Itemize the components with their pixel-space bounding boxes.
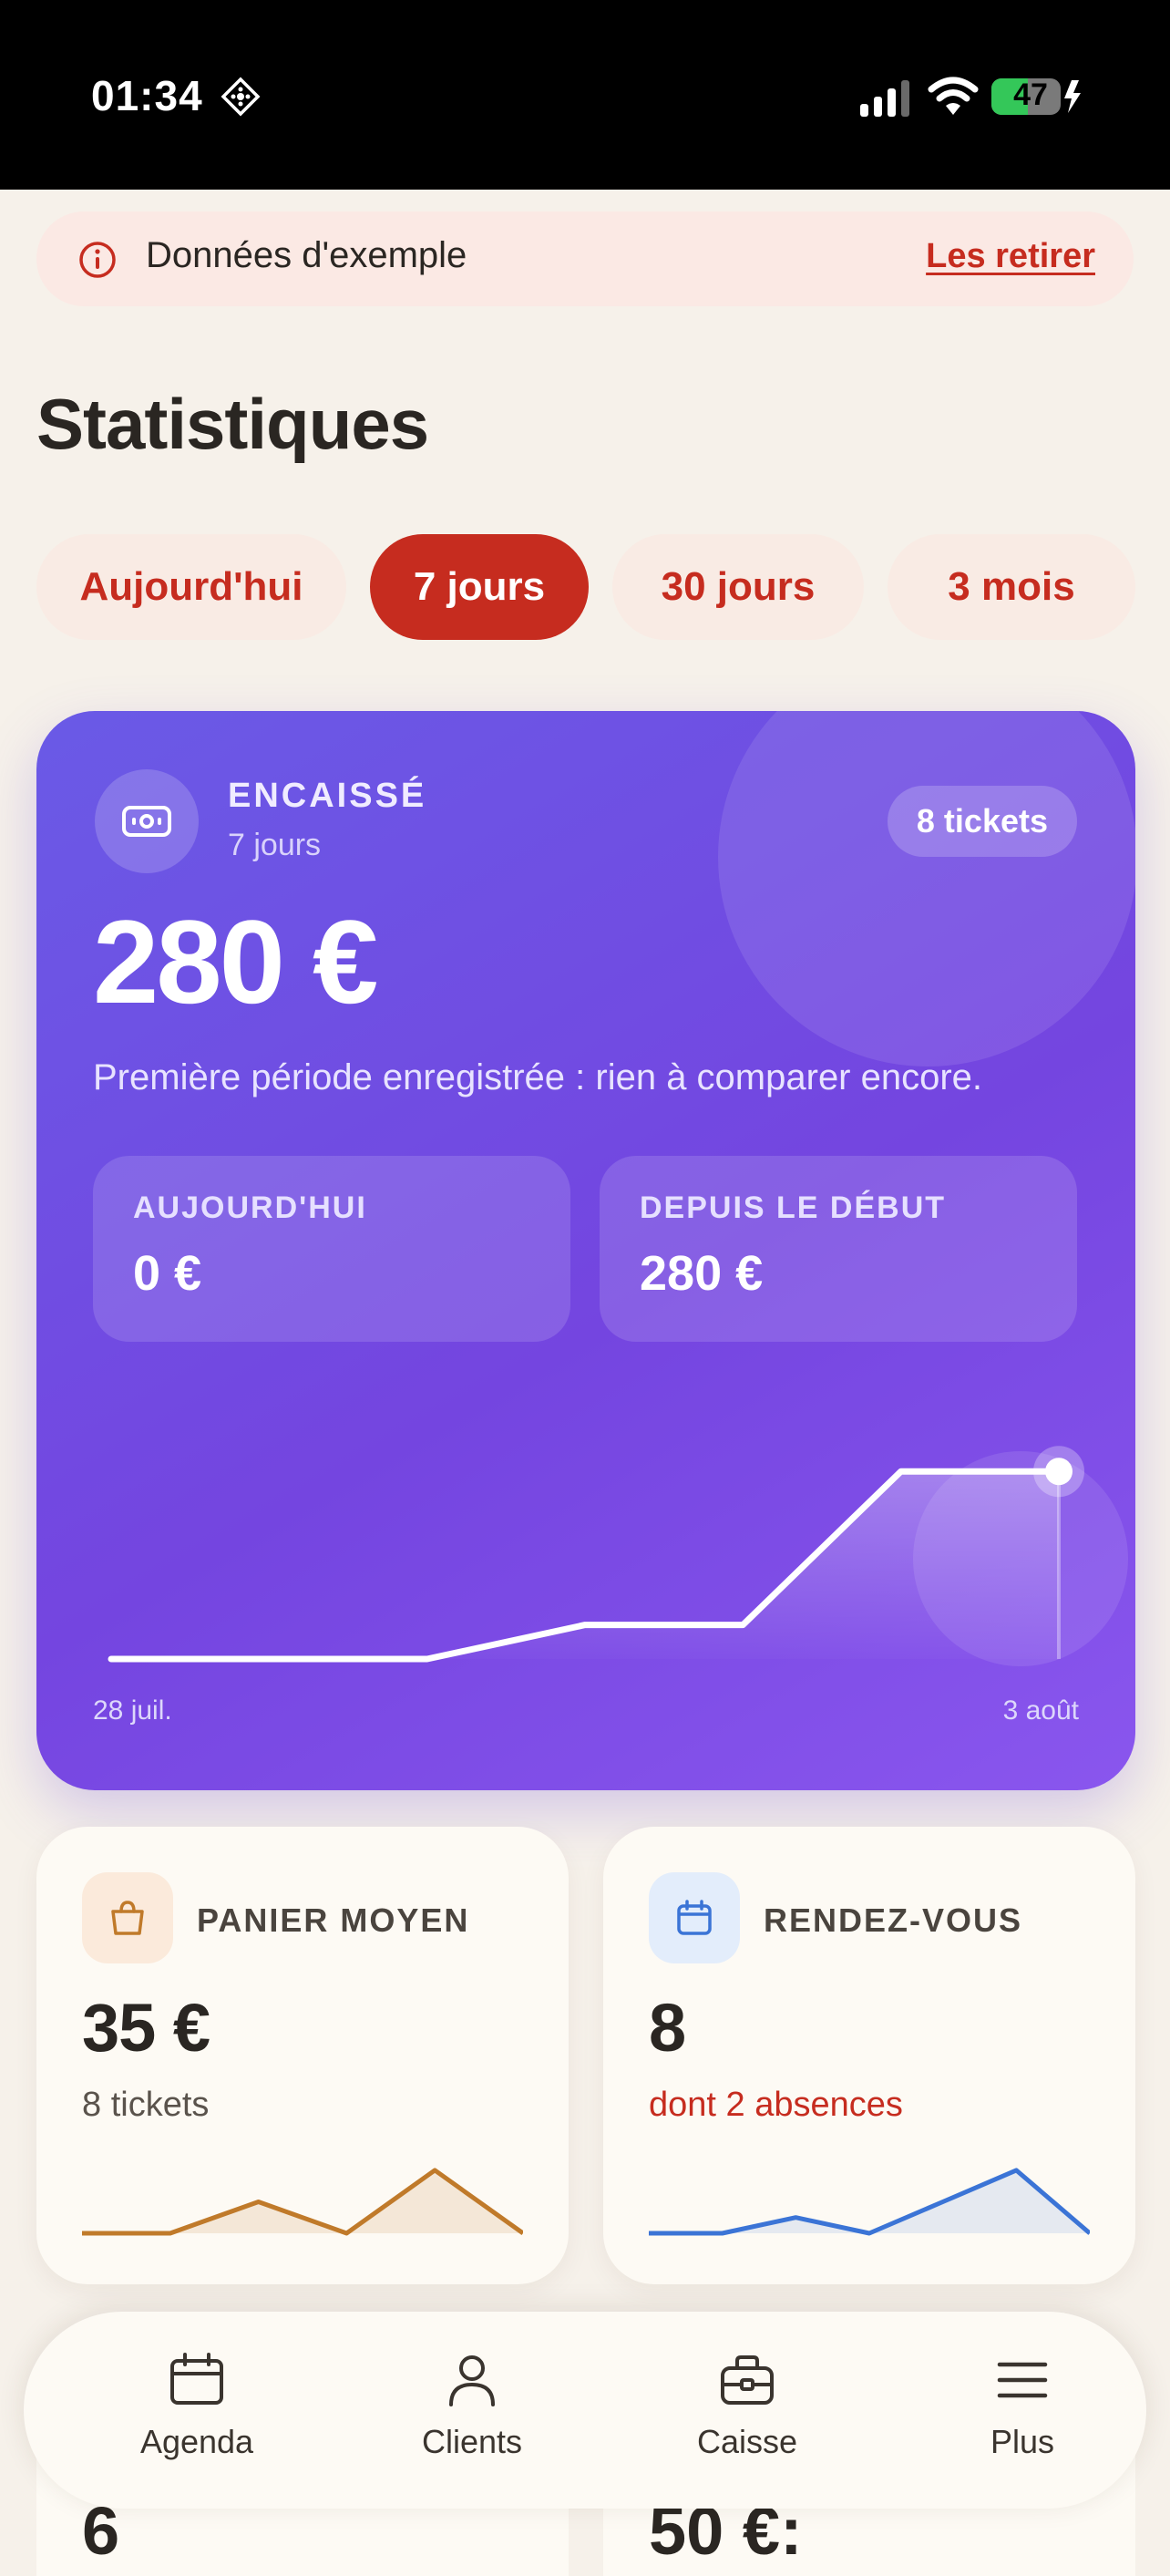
since-start-revenue-tile: DEPUIS LE DÉBUT 280 € — [600, 1156, 1077, 1342]
basket-sparkline — [82, 2168, 523, 2236]
nav-plus-label: Plus — [990, 2423, 1055, 2460]
cell-signal-icon — [860, 80, 909, 117]
decorative-bubble — [718, 711, 1135, 1066]
tab-today[interactable]: Aujourd'hui — [36, 534, 346, 640]
today-revenue-tile: AUJOURD'HUI 0 € — [93, 1156, 570, 1342]
appointments-area — [649, 2169, 1090, 2233]
revenue-icon-badge — [95, 769, 199, 873]
tab-7-days[interactable]: 7 jours — [370, 534, 589, 640]
banknote-icon — [122, 806, 171, 837]
info-icon — [79, 242, 116, 278]
appointments-sparkline — [649, 2168, 1090, 2236]
cash-register-icon — [721, 2355, 774, 2405]
appointments-label: RENDEZ-VOUS — [764, 1901, 1023, 1939]
battery-level: 47 — [1013, 77, 1048, 112]
basket-sub: 8 tickets — [82, 2086, 210, 2124]
nav-clients[interactable]: Clients — [363, 2350, 581, 2487]
basket-area — [82, 2169, 523, 2233]
tickets-badge: 8 tickets — [887, 786, 1077, 857]
revenue-label: ENCAISSÉ — [228, 777, 427, 815]
appointments-card[interactable]: RENDEZ-VOUS 8 dont 2 absences — [603, 1827, 1135, 2284]
appointments-absences: dont 2 absences — [649, 2086, 903, 2124]
axis-start-label: 28 juil. — [93, 1695, 172, 1726]
calendar-icon — [677, 1900, 712, 1935]
basket-value: 35 € — [82, 1990, 210, 2066]
nav-plus[interactable]: Plus — [913, 2350, 1132, 2487]
menu-icon — [997, 2362, 1048, 2398]
since-start-label: DEPUIS LE DÉBUT — [640, 1190, 947, 1225]
nav-caisse[interactable]: Caisse — [638, 2350, 857, 2487]
nav-caisse-label: Caisse — [696, 2423, 798, 2460]
nav-agenda-label: Agenda — [139, 2423, 254, 2460]
revenue-period: 7 jours — [228, 828, 322, 862]
basket-icon-badge — [82, 1872, 173, 1963]
nav-clients-label: Clients — [421, 2423, 523, 2460]
banner-text: Données d'exemple — [146, 235, 467, 275]
revenue-comparison-note: Première période enregistrée : rien à co… — [93, 1057, 983, 1097]
axis-end-label: 3 août — [1002, 1695, 1079, 1726]
status-time: 01:34 — [91, 72, 203, 119]
location-diamond-icon — [221, 77, 261, 117]
tab-3-months[interactable]: 3 mois — [888, 534, 1135, 640]
revenue-area — [111, 1471, 1059, 1659]
appointments-icon-badge — [649, 1872, 740, 1963]
today-label: AUJOURD'HUI — [133, 1190, 367, 1225]
nav-agenda[interactable]: Agenda — [87, 2350, 306, 2487]
tab-30-days[interactable]: 30 jours — [612, 534, 864, 640]
shopping-bag-icon — [111, 1901, 144, 1935]
revenue-card[interactable]: ENCAISSÉ 7 jours 8 tickets 280 € Premièr… — [36, 711, 1135, 1790]
person-icon — [449, 2355, 495, 2406]
average-basket-card[interactable]: PANIER MOYEN 35 € 8 tickets — [36, 1827, 569, 2284]
since-start-value: 280 € — [640, 1246, 764, 1301]
basket-label: PANIER MOYEN — [197, 1901, 470, 1939]
sample-data-banner: Données d'exemple Les retirer — [36, 211, 1134, 306]
revenue-amount: 280 € — [93, 895, 378, 1028]
bottom-navigation: Agenda Clients Caisse Plus — [24, 2312, 1146, 2509]
last-data-point — [1045, 1458, 1072, 1486]
today-value: 0 € — [133, 1246, 202, 1301]
page-title: Statistiques — [36, 384, 429, 464]
wifi-icon — [928, 77, 979, 115]
revenue-chart — [108, 1446, 1128, 1666]
appointments-value: 8 — [649, 1990, 686, 2066]
remove-sample-data-link[interactable]: Les retirer — [926, 237, 1095, 276]
calendar-icon — [170, 2353, 223, 2405]
status-bar: 01:34 47 — [0, 0, 1170, 190]
